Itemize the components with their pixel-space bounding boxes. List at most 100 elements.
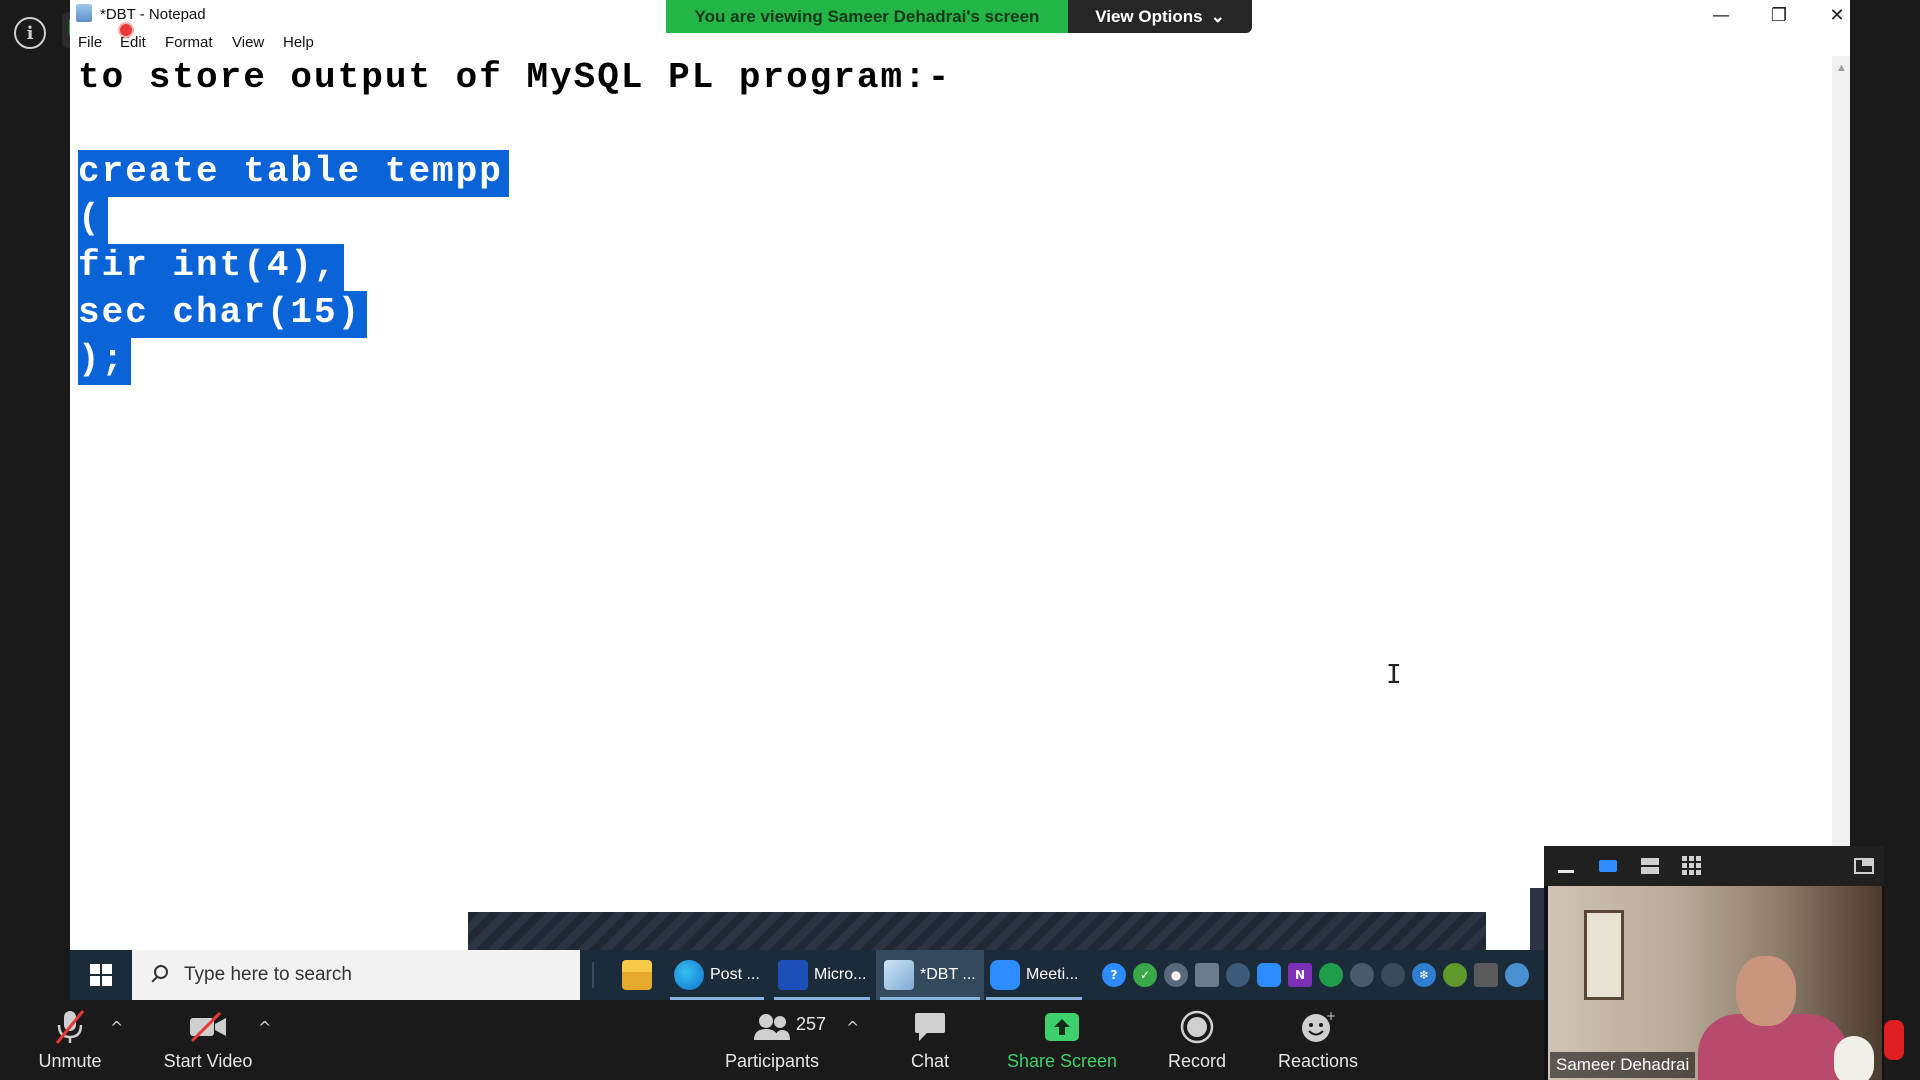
text-line-selected: ); xyxy=(78,338,132,385)
participant-name-label: Sameer Dehadrai xyxy=(1550,1052,1696,1078)
menu-help[interactable]: Help xyxy=(283,34,314,51)
taskbar-app-label: *DBT ... xyxy=(920,966,976,983)
participant-head xyxy=(1736,956,1796,1026)
edge-browser-icon xyxy=(674,960,704,990)
participants-button[interactable]: Participants xyxy=(712,1000,832,1080)
help-icon[interactable]: ? xyxy=(1102,963,1126,987)
smiley-reaction-icon: + xyxy=(1300,1007,1336,1047)
chat-bubble-icon xyxy=(913,1007,947,1047)
scroll-up-arrow-icon[interactable]: ▲ xyxy=(1836,62,1847,74)
check-icon[interactable]: ✓ xyxy=(1133,963,1157,987)
text-line-selected: fir int(4), xyxy=(78,244,344,291)
shared-desktop-background xyxy=(468,912,1486,950)
menu-view[interactable]: View xyxy=(232,34,264,51)
taskbar-file-explorer[interactable] xyxy=(614,950,660,1000)
onenote-icon[interactable]: N xyxy=(1288,963,1312,987)
taskbar-app-whiteboard[interactable]: Micro... xyxy=(770,950,874,1000)
video-panel: Sameer Dehadrai xyxy=(1544,846,1884,1080)
share-screen-icon xyxy=(1043,1007,1081,1047)
taskbar-app-notepad[interactable]: *DBT ... xyxy=(876,950,984,1000)
pen-icon[interactable] xyxy=(1505,963,1529,987)
windows-logo-icon xyxy=(90,964,112,986)
reactions-button[interactable]: + Reactions xyxy=(1268,1000,1368,1080)
audio-options-caret-icon[interactable]: ^ xyxy=(110,1018,123,1037)
unmute-button[interactable]: Unmute xyxy=(30,1000,110,1080)
strip-view-icon[interactable] xyxy=(1640,856,1660,876)
screen: i ✓ *DBT - Notepad — ❐ ✕ File Edit Forma… xyxy=(0,0,1920,1080)
update-icon[interactable] xyxy=(1319,963,1343,987)
notepad-title: *DBT - Notepad xyxy=(100,6,206,23)
notepad-menubar: File Edit Format View Help xyxy=(70,30,1850,56)
window-icon[interactable] xyxy=(1474,963,1498,987)
restore-icon[interactable]: ❐ xyxy=(1750,0,1808,30)
video-off-icon xyxy=(188,1007,228,1047)
close-icon[interactable]: ✕ xyxy=(1808,0,1850,30)
battery-icon[interactable] xyxy=(1195,963,1219,987)
windows-start-button[interactable] xyxy=(70,950,132,1000)
participant-count: 257 xyxy=(796,1014,827,1034)
participant-hand xyxy=(1834,1036,1874,1080)
text-line-selected: ( xyxy=(78,197,108,244)
whiteboard-icon xyxy=(778,960,808,990)
participants-options-caret-icon[interactable]: ^ xyxy=(846,1018,859,1037)
zoom-app-icon xyxy=(990,960,1020,990)
exit-mini-window-icon[interactable] xyxy=(1854,856,1874,876)
taskbar-app-label: Micro... xyxy=(814,966,867,983)
taskbar-search-box[interactable]: Type here to search xyxy=(132,950,580,1000)
windows-taskbar: Type here to search Post ... Micro... *D… xyxy=(70,950,1544,1000)
start-video-label: Start Video xyxy=(163,1051,253,1071)
speaker-view-icon[interactable] xyxy=(1598,856,1618,876)
video-options-caret-icon[interactable]: ^ xyxy=(258,1018,271,1037)
minimize-icon[interactable]: — xyxy=(1692,0,1750,30)
svg-text:+: + xyxy=(1326,1010,1336,1023)
minimize-video-icon[interactable] xyxy=(1556,856,1576,876)
text-cursor-icon: I xyxy=(1386,660,1402,690)
record-label: Record xyxy=(1167,1051,1227,1071)
wifi-icon[interactable] xyxy=(1381,963,1405,987)
nvidia-icon[interactable] xyxy=(1443,963,1467,987)
chat-label: Chat xyxy=(910,1051,950,1071)
search-placeholder: Type here to search xyxy=(184,964,352,985)
text-line-selected: create table tempp xyxy=(78,150,509,197)
search-icon xyxy=(148,963,172,987)
zoom-tray-icon[interactable] xyxy=(1257,963,1281,987)
unmute-label: Unmute xyxy=(38,1051,102,1071)
view-options-label: View Options xyxy=(1095,6,1203,26)
screen-share-banner: You are viewing Sameer Dehadrai's screen… xyxy=(666,0,1252,33)
chevron-down-icon: ⌄ xyxy=(1210,6,1225,26)
menu-file[interactable]: File xyxy=(78,34,102,51)
text-line-selected: sec char(15) xyxy=(78,291,368,338)
reactions-label: Reactions xyxy=(1277,1051,1359,1071)
video-panel-toolbar xyxy=(1544,846,1884,886)
notepad-app-icon xyxy=(76,4,92,22)
viewing-screen-message: You are viewing Sameer Dehadrai's screen xyxy=(666,0,1068,33)
participant-video[interactable]: Sameer Dehadrai xyxy=(1548,886,1882,1080)
taskbar-app-label: Meeti... xyxy=(1026,966,1079,983)
system-tray: ? ✓ ● N ❄ xyxy=(1102,962,1529,988)
record-button[interactable]: Record xyxy=(1160,1000,1234,1080)
gallery-view-icon[interactable] xyxy=(1682,856,1702,876)
share-screen-button[interactable]: Share Screen xyxy=(1004,1000,1120,1080)
background-window xyxy=(1584,910,1624,1000)
notepad-icon xyxy=(884,960,914,990)
microphone-muted-icon xyxy=(53,1007,87,1047)
taskbar-app-label: Post ... xyxy=(710,966,760,983)
share-screen-label: Share Screen xyxy=(1006,1051,1118,1071)
record-icon xyxy=(1180,1007,1214,1047)
taskbar-divider xyxy=(592,962,594,988)
text-line-heading: to store output of MySQL PL program:- xyxy=(78,57,952,98)
snowflake-icon[interactable]: ❄ xyxy=(1412,963,1436,987)
taskbar-app-zoom[interactable]: Meeti... xyxy=(982,950,1086,1000)
participants-label: Participants xyxy=(724,1051,820,1071)
defender-shield-icon[interactable] xyxy=(1350,963,1374,987)
red-indicator xyxy=(1884,1020,1904,1060)
microphone-icon[interactable]: ● xyxy=(1164,963,1188,987)
meeting-info-icon[interactable]: i xyxy=(14,17,46,49)
chat-button[interactable]: Chat xyxy=(900,1000,960,1080)
steam-icon[interactable] xyxy=(1226,963,1250,987)
view-options-button[interactable]: View Options ⌄ xyxy=(1068,0,1252,33)
shared-desktop-background xyxy=(1530,888,1544,950)
start-video-button[interactable]: Start Video xyxy=(158,1000,258,1080)
taskbar-app-edge[interactable]: Post ... xyxy=(666,950,768,1000)
menu-format[interactable]: Format xyxy=(165,34,213,51)
